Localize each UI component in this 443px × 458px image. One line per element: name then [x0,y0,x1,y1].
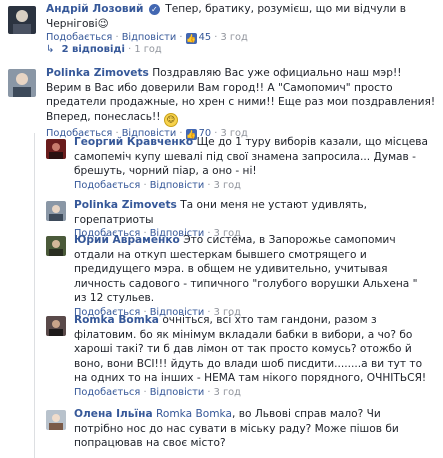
timestamp[interactable]: 1 год [134,44,161,55]
reply-arrow-icon: ↳ [46,44,55,55]
author-name[interactable]: Олена Ільїна [74,408,153,420]
view-replies[interactable]: ↳ 2 відповіді · 1 год [46,44,162,55]
reply-comment: Георгий Кравченко Ще до 1 туру виборів к… [74,135,429,193]
author-name[interactable]: Romka Bomka [74,314,159,326]
avatar-image [8,69,36,97]
like-link[interactable]: Подобається [74,180,140,191]
top-comment: Андрій Лозовий ✓ Тепер, братику, розуміє… [46,2,436,46]
avatar[interactable] [8,6,36,34]
avatar-image [46,316,66,336]
second-comment: Polinka Zimovets Поздравляю Вас уже офиц… [46,66,436,141]
comment-actions: Подобається · Відповісти · 3 год [74,179,241,191]
avatar[interactable] [46,316,66,336]
reply-link[interactable]: Відповісти [150,387,205,398]
reply-link[interactable]: Відповісти [122,32,177,43]
mention-link[interactable]: Romka Bomka [156,408,232,420]
thumbs-up-icon: 👍 [185,33,197,45]
smiley-icon: ☺ [163,112,178,127]
like-link[interactable]: Подобається [46,32,112,43]
author-name[interactable]: Polinka Zimovets [74,199,177,211]
author-name[interactable]: Юрий Авраменко [74,234,180,246]
avatar[interactable] [8,69,36,97]
author-name[interactable]: Polinka Zimovets [46,67,149,79]
author-name[interactable]: Андрій Лозовий [46,3,143,15]
avatar[interactable] [46,410,66,430]
avatar-image [46,236,66,256]
reply-comment: Romka Bomka очніться, всі хто там гандон… [74,313,429,401]
reply-comment: Олена Ільїна Romka Bomka, во Львові спра… [74,407,429,451]
comment-actions: Подобається · Відповісти · 3 год [74,386,241,398]
author-name[interactable]: Георгий Кравченко [74,136,193,148]
avatar-image [46,410,66,430]
reply-comment: Юрий Авраменко Это система, в Запорожье … [74,233,429,321]
like-link[interactable]: Подобається [74,387,140,398]
avatar[interactable] [46,236,66,256]
avatar-image [46,139,66,159]
timestamp[interactable]: 3 год [214,180,241,191]
reply-link[interactable]: Відповісти [150,180,205,191]
replies-count-link[interactable]: 2 відповіді [62,44,125,55]
timestamp[interactable]: 3 год [214,387,241,398]
like-count[interactable]: 45 [199,32,211,43]
avatar[interactable] [46,201,66,221]
timestamp[interactable]: 3 год [220,32,247,43]
avatar[interactable] [46,139,66,159]
verified-badge-icon: ✓ [148,4,160,15]
avatar-image [46,201,66,221]
thread-line [34,133,35,458]
avatar-image [8,6,36,34]
